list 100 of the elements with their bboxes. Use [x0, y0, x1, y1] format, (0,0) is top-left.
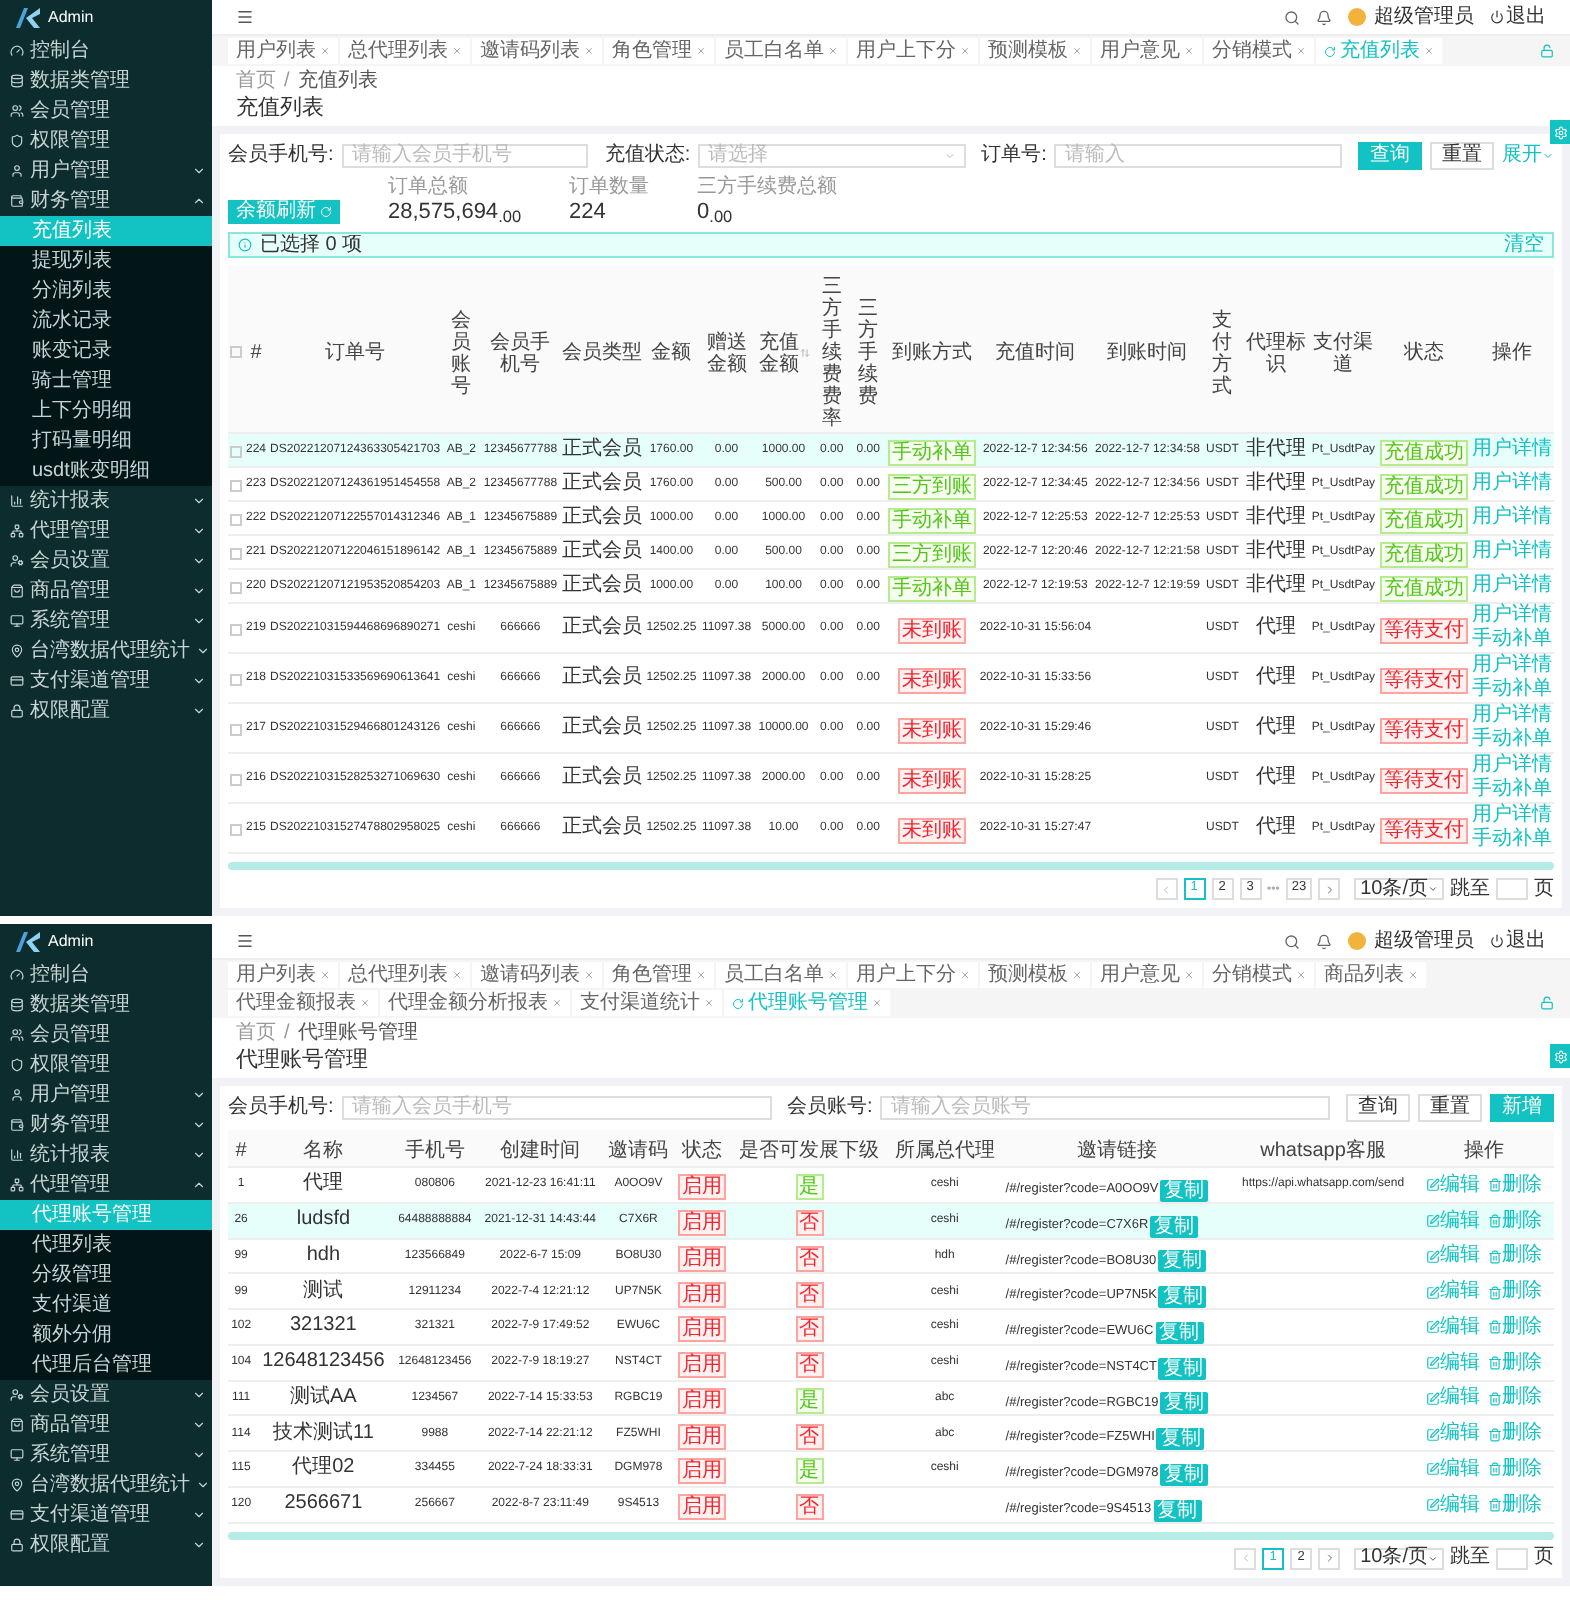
page-input[interactable]	[1496, 1547, 1528, 1569]
sidebar-item[interactable]: 会员设置	[0, 1380, 212, 1410]
page-tab[interactable]: 用户列表	[228, 38, 338, 64]
checkbox[interactable]	[230, 724, 242, 736]
user-name[interactable]: 超级管理员	[1374, 931, 1474, 951]
page-tab[interactable]: 支付渠道统计	[572, 990, 722, 1016]
page-tab[interactable]: 用户意见	[1092, 38, 1202, 64]
page-tab[interactable]: 用户上下分	[848, 962, 978, 988]
checkbox[interactable]	[230, 548, 242, 560]
next-button[interactable]	[1318, 878, 1341, 900]
sidebar-item[interactable]: 系统管理	[0, 606, 212, 636]
page-tab[interactable]: 用户列表	[228, 962, 338, 988]
logout-link[interactable]: 退出	[1490, 7, 1546, 27]
page-tab[interactable]: 分销模式	[1204, 962, 1314, 988]
checkbox[interactable]	[230, 774, 242, 786]
submenu-item[interactable]: 提现列表	[0, 246, 212, 276]
page-tab[interactable]: 代理金额报表	[228, 990, 378, 1016]
submenu-item[interactable]: 账变记录	[0, 336, 212, 366]
submenu-item[interactable]: usdt账变明细	[0, 456, 212, 486]
page-tab[interactable]: 角色管理	[604, 38, 714, 64]
next-button[interactable]	[1318, 1547, 1341, 1569]
sidebar-item[interactable]: 权限配置	[0, 1530, 212, 1560]
checkbox[interactable]	[230, 624, 242, 636]
submenu-item[interactable]: 打码量明细	[0, 426, 212, 456]
sidebar-item[interactable]: 台湾数据代理统计	[0, 636, 212, 666]
page-tab[interactable]: 用户上下分	[848, 38, 978, 64]
settings-button[interactable]	[1550, 1044, 1570, 1068]
search-icon[interactable]	[1284, 933, 1300, 949]
sidebar-item[interactable]: 商品管理	[0, 576, 212, 606]
sidebar-item[interactable]: 支付渠道管理	[0, 666, 212, 696]
submenu-item[interactable]: 支付渠道	[0, 1290, 212, 1320]
page-tab[interactable]: 预测模板	[980, 38, 1090, 64]
sidebar-item[interactable]: 用户管理	[0, 1080, 212, 1110]
page-tab[interactable]: 总代理列表	[340, 38, 470, 64]
sidebar-item[interactable]: 支付渠道管理	[0, 1500, 212, 1530]
menu-icon[interactable]	[236, 932, 254, 950]
sidebar-item[interactable]: 会员管理	[0, 96, 212, 126]
page-tab[interactable]: 分销模式	[1204, 38, 1314, 64]
unlock-icon[interactable]	[1540, 44, 1554, 58]
filter-button[interactable]: 查询	[1346, 1094, 1410, 1122]
prev-button[interactable]	[1155, 878, 1178, 900]
sidebar-item[interactable]: 控制台	[0, 36, 212, 66]
submenu-item[interactable]: 上下分明细	[0, 396, 212, 426]
page-tab[interactable]: 预测模板	[980, 962, 1090, 988]
unlock-icon[interactable]	[1540, 996, 1554, 1010]
prev-button[interactable]	[1234, 1547, 1257, 1569]
sidebar-item[interactable]: 控制台	[0, 960, 212, 990]
checkbox[interactable]	[230, 480, 242, 492]
checkbox[interactable]	[230, 446, 242, 458]
checkbox[interactable]	[230, 345, 242, 357]
page-size-select[interactable]: 10条/页	[1354, 1547, 1444, 1569]
avatar[interactable]	[1348, 8, 1366, 26]
sidebar-item[interactable]: 系统管理	[0, 1440, 212, 1470]
sidebar-item[interactable]: 台湾数据代理统计	[0, 1470, 212, 1500]
page-tab[interactable]: 角色管理	[604, 962, 714, 988]
user-name[interactable]: 超级管理员	[1374, 7, 1474, 27]
checkbox[interactable]	[230, 674, 242, 686]
page-input[interactable]	[1496, 878, 1528, 900]
sidebar-item[interactable]: 统计报表	[0, 486, 212, 516]
checkbox[interactable]	[230, 582, 242, 594]
submenu-item[interactable]: 代理后台管理	[0, 1350, 212, 1380]
sidebar-item[interactable]: 会员管理	[0, 1020, 212, 1050]
search-icon[interactable]	[1284, 9, 1300, 25]
page-size-select[interactable]: 10条/页	[1354, 878, 1444, 900]
sidebar-item[interactable]: 权限管理	[0, 1050, 212, 1080]
sidebar-item[interactable]: 财务管理	[0, 186, 212, 216]
sidebar-item[interactable]: 统计报表	[0, 1140, 212, 1170]
sidebar-item[interactable]: 权限配置	[0, 696, 212, 726]
settings-button[interactable]	[1550, 120, 1570, 144]
sidebar-item[interactable]: 代理管理	[0, 1170, 212, 1200]
sidebar-item[interactable]: 权限管理	[0, 126, 212, 156]
page-tab[interactable]: 邀请码列表	[472, 38, 602, 64]
sidebar-item[interactable]: 财务管理	[0, 1110, 212, 1140]
page-tab[interactable]: 代理金额分析报表	[380, 990, 570, 1016]
scrollbar[interactable]	[228, 862, 1554, 870]
sidebar-item[interactable]: 数据类管理	[0, 990, 212, 1020]
bell-icon[interactable]	[1316, 9, 1332, 25]
logout-link[interactable]: 退出	[1490, 931, 1546, 951]
sidebar-item[interactable]: 用户管理	[0, 156, 212, 186]
sort-icon[interactable]	[800, 348, 811, 358]
filter-button[interactable]: 重置	[1429, 142, 1494, 170]
sidebar-item[interactable]: 数据类管理	[0, 66, 212, 96]
checkbox[interactable]	[230, 514, 242, 526]
page-tab[interactable]: 用户意见	[1092, 962, 1202, 988]
submenu-item[interactable]: 分润列表	[0, 276, 212, 306]
submenu-item[interactable]: 额外分佣	[0, 1320, 212, 1350]
avatar[interactable]	[1348, 932, 1366, 950]
submenu-item[interactable]: 骑士管理	[0, 366, 212, 396]
bell-icon[interactable]	[1316, 933, 1332, 949]
page-tab[interactable]: 员工白名单	[716, 38, 846, 64]
page-tab[interactable]: 商品列表	[1316, 962, 1426, 988]
submenu-item[interactable]: 流水记录	[0, 306, 212, 336]
submenu-item[interactable]: 分级管理	[0, 1260, 212, 1290]
scrollbar[interactable]	[228, 1531, 1554, 1539]
sidebar-item[interactable]: 商品管理	[0, 1410, 212, 1440]
filter-button[interactable]: 重置	[1418, 1094, 1482, 1122]
page-tab[interactable]: 邀请码列表	[472, 962, 602, 988]
checkbox[interactable]	[230, 824, 242, 836]
page-tab[interactable]: 员工白名单	[716, 962, 846, 988]
sidebar-item[interactable]: 代理管理	[0, 516, 212, 546]
